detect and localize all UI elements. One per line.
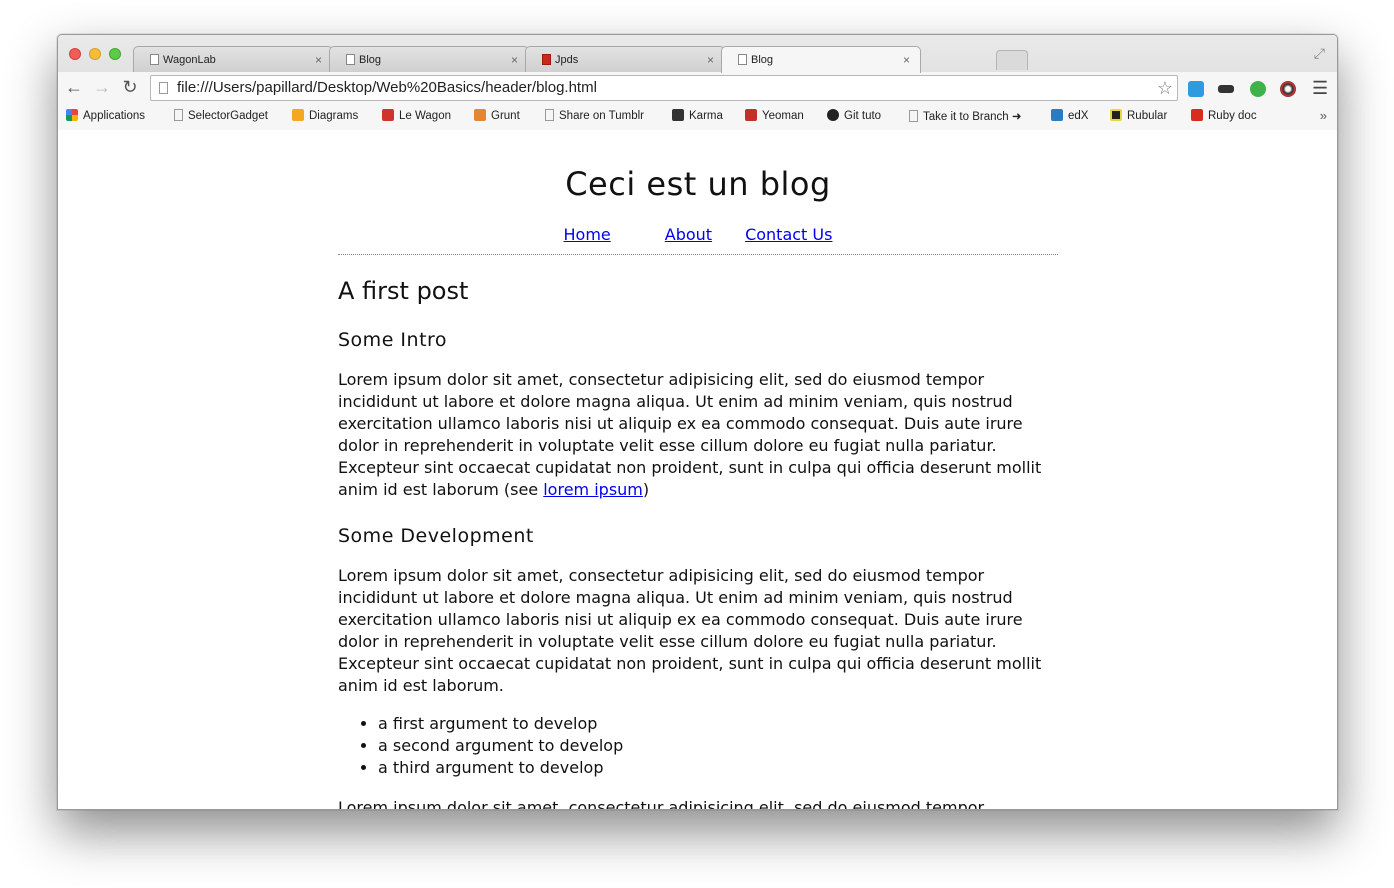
page-icon <box>346 54 355 65</box>
closing-paragraph: Lorem ipsum dolor sit amet, consectetur … <box>338 798 985 810</box>
window-close-icon[interactable] <box>69 48 81 60</box>
window-zoom-icon[interactable] <box>109 48 121 60</box>
bookmark-applications[interactable]: Applications <box>66 109 145 122</box>
bookmark-le-wagon[interactable]: Le Wagon <box>382 109 451 122</box>
bookmark-git-tuto[interactable]: Git tuto <box>827 109 881 122</box>
tab-title: WagonLab <box>163 54 216 66</box>
bookmark-label: Karma <box>689 110 723 122</box>
page-icon <box>174 109 183 121</box>
ruby-icon <box>1191 109 1203 121</box>
bookmark-label: Applications <box>83 110 146 122</box>
nav-link-contact[interactable]: Contact Us <box>745 225 832 244</box>
bookmark-label: Le Wagon <box>399 110 451 122</box>
reload-icon[interactable]: ↻ <box>120 77 140 98</box>
bookmark-ruby-doc[interactable]: Ruby doc <box>1191 109 1257 122</box>
bookmark-label: Diagrams <box>309 110 359 122</box>
page-icon <box>150 54 159 65</box>
tab-close-icon[interactable]: × <box>903 47 910 73</box>
grunt-icon <box>474 109 486 121</box>
lewagon-icon <box>382 109 394 121</box>
development-paragraph: Lorem ipsum dolor sit amet, consectetur … <box>338 566 1042 695</box>
extension-colorpicker-icon[interactable] <box>1280 81 1296 97</box>
bookmark-label: edX <box>1068 110 1089 122</box>
bookmark-take-it-to-branch[interactable]: Take it to Branch ➜ <box>909 109 1022 123</box>
intro-text: Lorem ipsum dolor sit amet, consectetur … <box>338 370 1042 499</box>
intro-paragraph: Lorem ipsum dolor sit amet, consectetur … <box>338 369 1058 501</box>
bookmark-label: Grunt <box>491 110 520 122</box>
hamburger-menu-icon[interactable]: ☰ <box>1312 78 1328 99</box>
list-item: a second argument to develop <box>378 735 1058 757</box>
bookmark-selectorgadget[interactable]: SelectorGadget <box>174 109 268 122</box>
page-icon <box>159 82 168 94</box>
tab-close-icon[interactable]: × <box>707 47 714 73</box>
browser-window: WagonLab × Blog × Jpds × Blog × ⤢ ← → ↻ <box>57 34 1338 810</box>
diagrams-icon <box>292 109 304 121</box>
bookmark-diagrams[interactable]: Diagrams <box>292 109 358 122</box>
bookmark-label: Git tuto <box>844 110 882 122</box>
tab-blog[interactable]: Blog × <box>329 46 529 72</box>
lorem-ipsum-link[interactable]: lorem ipsum <box>543 480 643 499</box>
wifi-icon <box>542 54 551 65</box>
bookmark-edx[interactable]: edX <box>1051 109 1088 122</box>
bookmarks-bar: Applications SelectorGadget Diagrams Le … <box>58 104 1337 130</box>
back-arrow-icon[interactable]: ← <box>64 77 84 98</box>
bookmark-rubular[interactable]: Rubular <box>1110 109 1167 122</box>
karma-icon <box>672 109 684 121</box>
bookmark-label: Take it to Branch ➜ <box>923 111 1022 123</box>
browser-toolbar: ← → ↻ file:///Users/papillard/Desktop/We… <box>58 72 1337 104</box>
yeoman-icon <box>745 109 757 121</box>
tab-close-icon[interactable]: × <box>511 47 518 73</box>
bookmark-label: Yeoman <box>762 110 804 122</box>
page-icon <box>545 109 554 121</box>
bookmark-label: Share on Tumblr <box>559 110 645 122</box>
forward-arrow-icon[interactable]: → <box>92 77 112 98</box>
bookmark-yeoman[interactable]: Yeoman <box>745 109 804 122</box>
rubular-icon <box>1110 109 1122 121</box>
tab-wagonlab[interactable]: WagonLab × <box>133 46 333 72</box>
apps-grid-icon <box>66 109 78 121</box>
bookmark-label: Ruby doc <box>1208 110 1257 122</box>
tab-title: Jpds <box>555 54 579 66</box>
list-item: a first argument to develop <box>378 713 1058 735</box>
section-heading-development: Some Development <box>338 525 534 547</box>
extension-leaf-icon[interactable] <box>1250 81 1266 97</box>
post-title: A first post <box>338 277 469 305</box>
fullscreen-icon[interactable]: ⤢ <box>1314 45 1325 62</box>
page-icon <box>909 110 918 122</box>
tab-title: Blog <box>751 54 774 66</box>
arguments-list: a first argument to develop a second arg… <box>338 713 1058 779</box>
page-viewport: Ceci est un blog Home About Contact Us A f… <box>58 131 1337 810</box>
bookmark-karma[interactable]: Karma <box>672 109 723 122</box>
blog-content: Ceci est un blog Home About Contact Us A f… <box>338 131 1058 810</box>
url-text: file:///Users/papillard/Desktop/Web%20Ba… <box>177 79 597 96</box>
nav-link-about[interactable]: About <box>665 225 712 244</box>
list-item: a third argument to develop <box>378 757 1058 779</box>
bookmark-star-icon[interactable]: ☆ <box>1157 76 1173 100</box>
bookmark-label: Rubular <box>1127 110 1168 122</box>
tab-jpds[interactable]: Jpds × <box>525 46 725 72</box>
window-minimize-icon[interactable] <box>89 48 101 60</box>
site-title: Ceci est un blog <box>565 165 831 203</box>
bookmark-share-on-tumblr[interactable]: Share on Tumblr <box>545 109 644 122</box>
github-icon <box>827 109 839 121</box>
bookmarks-overflow-chevron-icon[interactable]: » <box>1320 108 1327 123</box>
tab-title: Blog <box>359 54 382 66</box>
section-heading-intro: Some Intro <box>338 329 448 351</box>
edx-icon <box>1051 109 1063 121</box>
tab-blog-active[interactable]: Blog × <box>721 46 921 73</box>
extension-check-icon[interactable] <box>1188 81 1204 97</box>
extension-mask-icon[interactable] <box>1218 85 1234 93</box>
bookmark-grunt[interactable]: Grunt <box>474 109 520 122</box>
new-tab-button[interactable] <box>996 50 1028 70</box>
intro-close-paren: ) <box>642 480 650 499</box>
page-icon <box>738 54 747 65</box>
nav-link-home[interactable]: Home <box>564 225 611 244</box>
tab-close-icon[interactable]: × <box>315 47 322 73</box>
site-nav: Home About Contact Us <box>338 225 1058 255</box>
browser-chrome: WagonLab × Blog × Jpds × Blog × ⤢ ← → ↻ <box>58 35 1337 130</box>
bookmark-label: SelectorGadget <box>188 110 268 122</box>
address-bar[interactable]: file:///Users/papillard/Desktop/Web%20Ba… <box>150 75 1178 101</box>
